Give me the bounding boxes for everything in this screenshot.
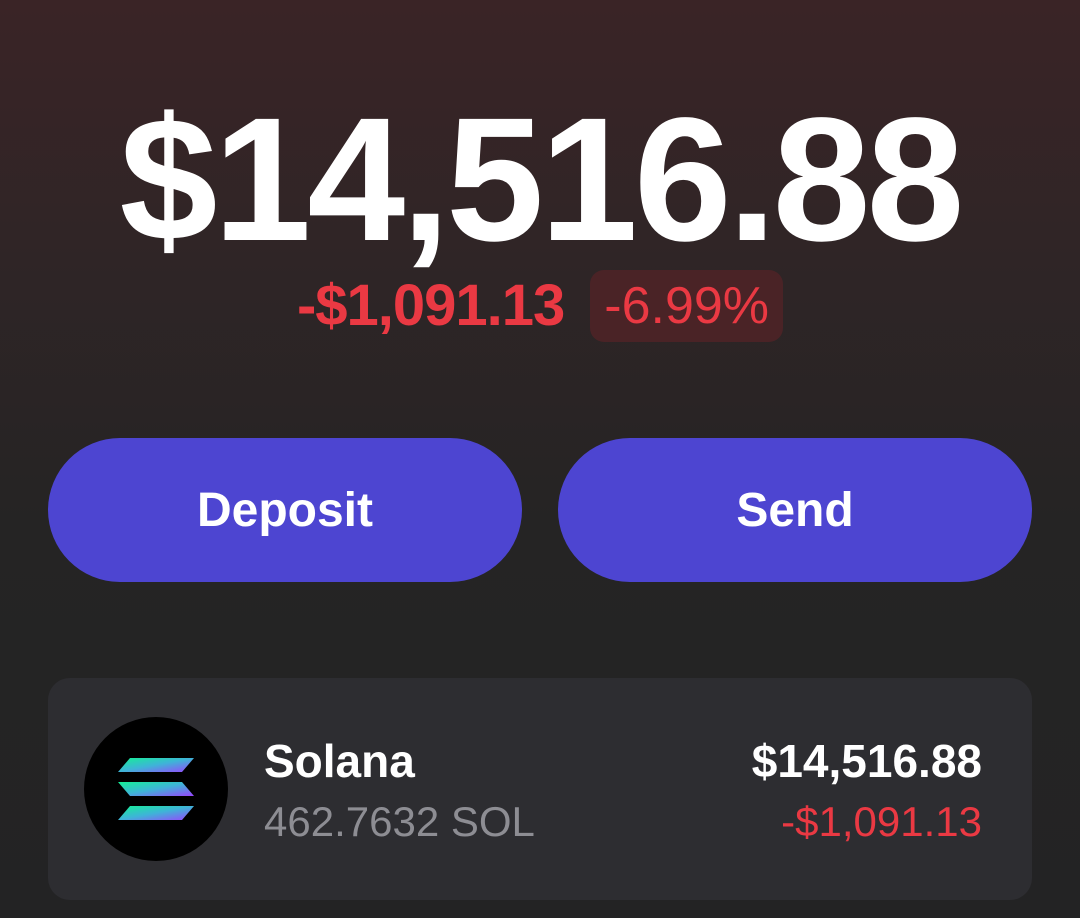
total-balance: $14,516.88 <box>119 82 965 278</box>
token-row-solana[interactable]: Solana 462.7632 SOL $14,516.88 -$1,091.1… <box>48 678 1032 900</box>
solana-logo-graphic <box>118 758 194 820</box>
balance-header: $14,516.88 <box>0 92 1080 268</box>
token-value: $14,516.88 <box>751 735 982 787</box>
token-amount: 462.7632 SOL <box>264 798 535 845</box>
balance-change-amount: -$1,091.13 <box>296 273 565 338</box>
deposit-button[interactable]: Deposit <box>48 438 522 582</box>
solana-icon <box>84 717 228 861</box>
balance-change-percent-badge: -6.99% <box>590 270 784 342</box>
send-button[interactable]: Send <box>558 438 1032 582</box>
token-name: Solana <box>264 735 415 787</box>
balance-change-row: -$1,091.13 -6.99% <box>0 270 1080 342</box>
send-button-label: Send <box>736 483 854 537</box>
deposit-button-label: Deposit <box>196 483 373 537</box>
token-change: -$1,091.13 <box>781 798 982 845</box>
